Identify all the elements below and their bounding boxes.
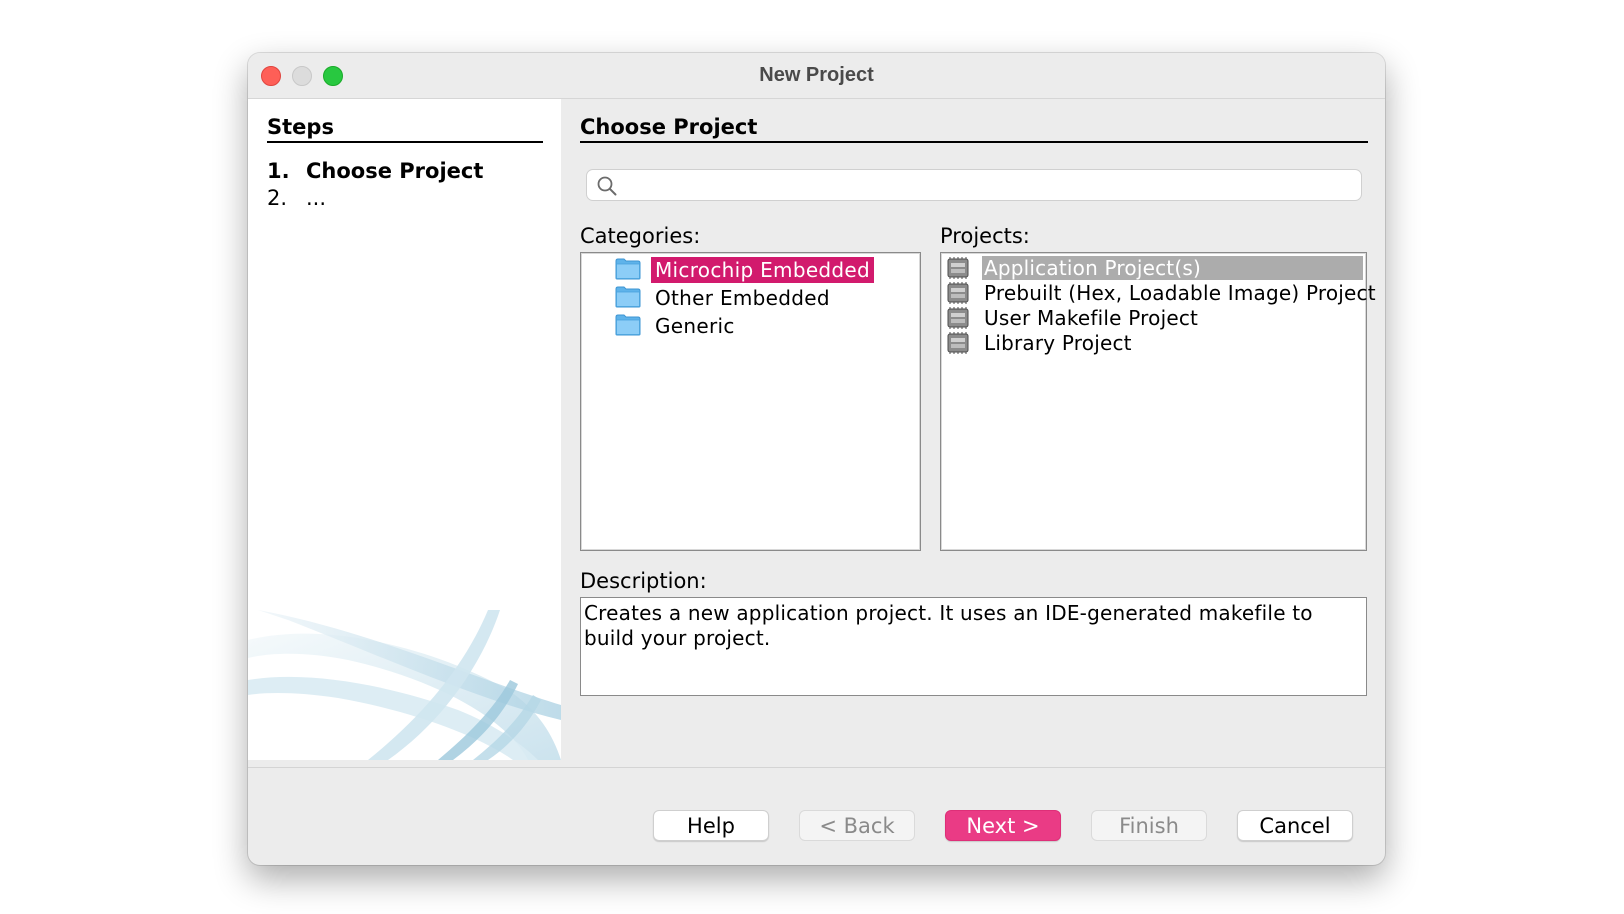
- categories-label: Categories:: [580, 224, 701, 248]
- search-field[interactable]: [586, 169, 1362, 201]
- project-item-application[interactable]: Application Project(s): [946, 256, 1363, 281]
- project-label: Prebuilt (Hex, Loadable Image) Project: [984, 281, 1376, 305]
- steps-heading: Steps: [267, 115, 543, 143]
- step-label: ...: [306, 186, 327, 210]
- help-button[interactable]: Help: [653, 810, 769, 841]
- button-bar-divider: [248, 767, 1385, 768]
- new-project-dialog: New Project Steps 1. Choose Project 2....: [248, 53, 1385, 865]
- back-button[interactable]: < Back: [799, 810, 915, 841]
- categories-tree[interactable]: Microchip Embedded Other Embedded Generi…: [580, 252, 921, 551]
- search-icon: [597, 176, 617, 196]
- category-label: Generic: [655, 314, 735, 338]
- project-label: Application Project(s): [982, 256, 1363, 280]
- chip-icon: [947, 307, 969, 329]
- section-heading: Choose Project: [580, 115, 1368, 143]
- step-item: 2....: [267, 186, 326, 210]
- next-button[interactable]: Next >: [945, 810, 1061, 841]
- chip-icon: [947, 332, 969, 354]
- window-title: New Project: [759, 64, 874, 86]
- choose-project-panel: Choose Project Categories: Projects: Mic…: [561, 99, 1385, 760]
- category-label: Microchip Embedded: [651, 257, 875, 283]
- description-area[interactable]: Creates a new application project. It us…: [580, 597, 1367, 696]
- step-number: 2.: [267, 186, 288, 210]
- search-input[interactable]: [625, 173, 1349, 197]
- chip-icon: [947, 282, 969, 304]
- folder-icon: [615, 258, 641, 280]
- folder-icon: [615, 286, 641, 308]
- project-item-prebuilt[interactable]: Prebuilt (Hex, Loadable Image) Project: [946, 281, 1376, 306]
- title-bar: New Project: [248, 53, 1385, 99]
- description-text: Creates a new application project. It us…: [584, 601, 1313, 650]
- category-label: Other Embedded: [655, 286, 830, 310]
- step-item: 1. Choose Project: [267, 159, 483, 183]
- cancel-button[interactable]: Cancel: [1237, 810, 1353, 841]
- project-item-user-makefile[interactable]: User Makefile Project: [946, 306, 1363, 331]
- steps-panel: Steps 1. Choose Project 2....: [248, 99, 561, 760]
- decorative-swoosh-graphic: [248, 610, 561, 760]
- projects-label: Projects:: [940, 224, 1030, 248]
- folder-icon: [615, 314, 641, 336]
- description-label: Description:: [580, 569, 707, 593]
- projects-list[interactable]: Application Project(s) Prebuilt (Hex, Lo…: [940, 252, 1376, 551]
- step-number: 1.: [267, 159, 290, 183]
- finish-button[interactable]: Finish: [1091, 810, 1207, 841]
- project-label: Library Project: [984, 331, 1132, 355]
- chip-icon: [947, 257, 969, 279]
- project-item-library[interactable]: Library Project: [946, 331, 1363, 356]
- step-label: Choose Project: [306, 159, 484, 183]
- project-label: User Makefile Project: [984, 306, 1199, 330]
